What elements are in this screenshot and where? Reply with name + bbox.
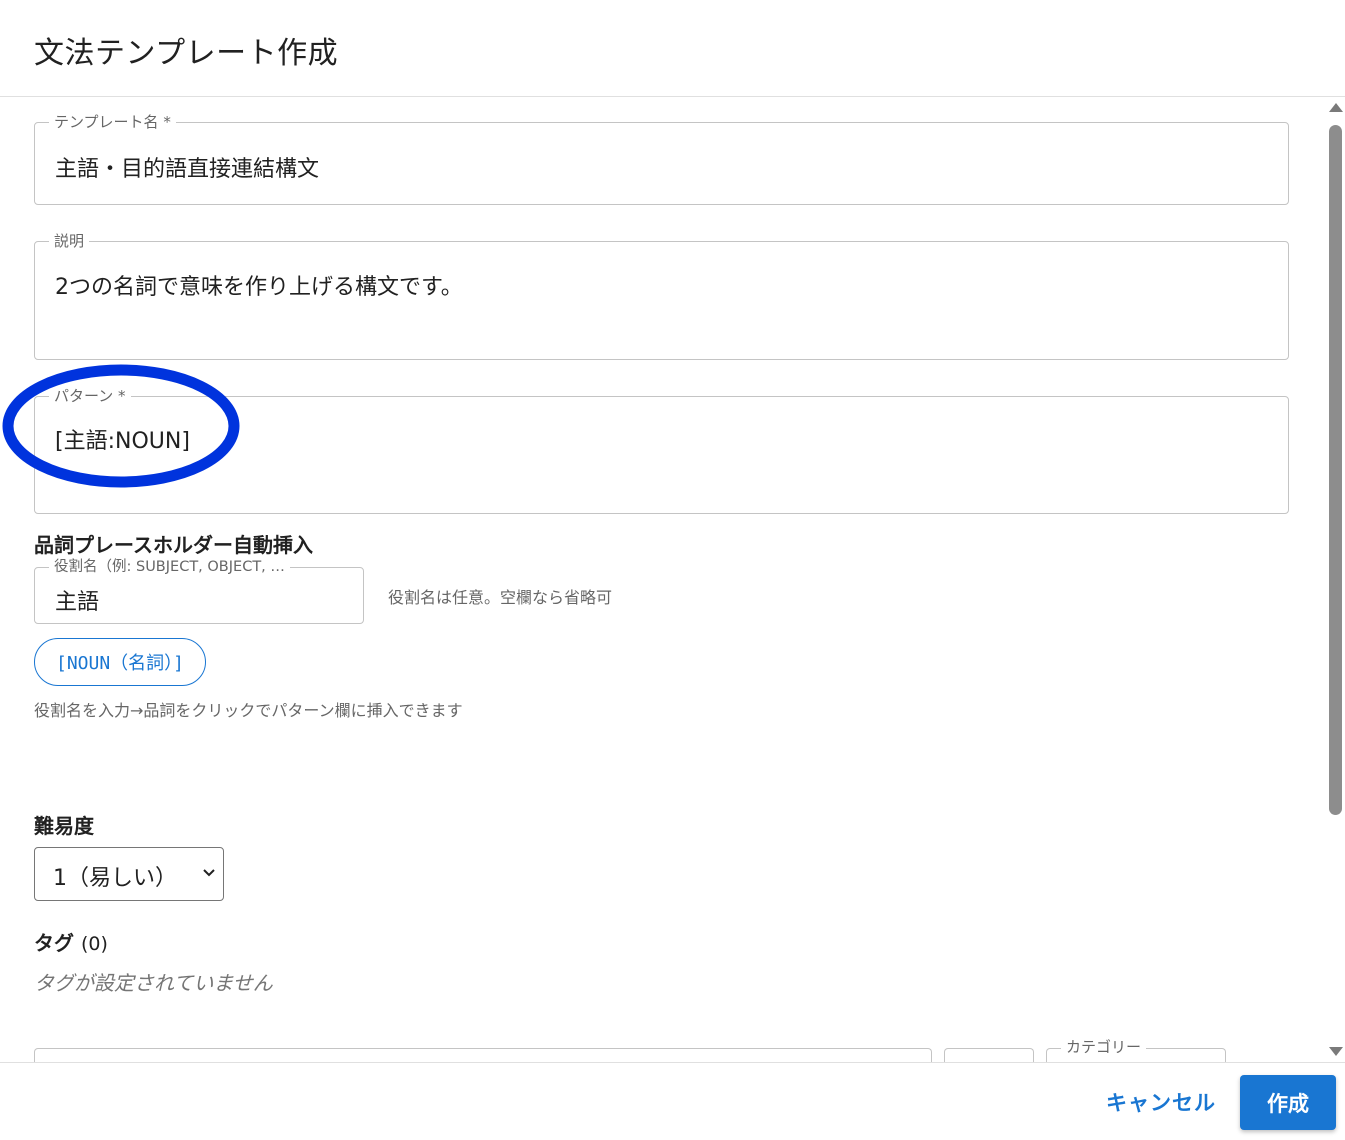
- content-scrollbar[interactable]: [1325, 97, 1345, 1062]
- cancel-button[interactable]: キャンセル: [1096, 1080, 1226, 1124]
- category-select[interactable]: カテゴリー: [1046, 1037, 1226, 1062]
- pattern-value: [主語:NOUN]: [55, 429, 190, 454]
- category-label: カテゴリー: [1061, 1037, 1147, 1057]
- pos-insert-helper: 役割名を入力→品詞をクリックでパターン欄に挿入できます: [34, 701, 463, 720]
- role-name-field[interactable]: 役割名（例: SUBJECT, OBJECT, … 主語: [34, 557, 364, 624]
- template-name-label: テンプレート名 *: [49, 112, 176, 132]
- tags-heading-label: タグ: [34, 931, 74, 955]
- role-name-label: 役割名（例: SUBJECT, OBJECT, …: [49, 557, 290, 577]
- dialog-content[interactable]: テンプレート名 * 主語・目的語直接連結構文 説明 2つの名詞で意味を作り上げる…: [0, 97, 1325, 1062]
- difficulty-select[interactable]: 1（易しい）: [34, 847, 224, 901]
- tags-heading: タグ (0): [34, 927, 108, 956]
- description-value: 2つの名詞で意味を作り上げる構文です。: [55, 275, 463, 300]
- chevron-down-icon: [203, 869, 215, 877]
- pattern-field[interactable]: パターン * [主語:NOUN]: [34, 386, 1289, 514]
- role-name-value: 主語: [55, 590, 100, 615]
- tags-empty-text: タグが設定されていません: [34, 971, 273, 995]
- description-field[interactable]: 説明 2つの名詞で意味を作り上げる構文です。: [34, 231, 1289, 360]
- create-button[interactable]: 作成: [1240, 1075, 1336, 1130]
- template-name-field[interactable]: テンプレート名 * 主語・目的語直接連結構文: [34, 112, 1289, 205]
- difficulty-heading: 難易度: [34, 814, 94, 838]
- template-name-value: 主語・目的語直接連結構文: [55, 157, 320, 182]
- pos-insert-heading: 品詞プレースホルダー自動挿入: [34, 533, 313, 557]
- scroll-down-arrow-icon[interactable]: [1329, 1047, 1343, 1056]
- footer-divider: [0, 1062, 1345, 1063]
- noun-chip-button[interactable]: [NOUN（名詞）]: [34, 638, 206, 686]
- create-template-dialog: 文法テンプレート作成 テンプレート名 * 主語・目的語直接連結構文 説明 2つの…: [0, 0, 1345, 1140]
- pattern-label: パターン *: [49, 386, 131, 406]
- difficulty-value: 1（易しい）: [53, 866, 177, 891]
- tags-count: (0): [80, 933, 108, 955]
- scroll-up-arrow-icon[interactable]: [1329, 103, 1343, 112]
- add-tag-button[interactable]: [944, 1048, 1034, 1062]
- scroll-thumb[interactable]: [1329, 125, 1342, 815]
- description-label: 説明: [49, 231, 90, 251]
- tag-input-field[interactable]: [34, 1048, 932, 1062]
- dialog-title: 文法テンプレート作成: [34, 36, 339, 71]
- role-name-hint: 役割名は任意。空欄なら省略可: [388, 588, 613, 607]
